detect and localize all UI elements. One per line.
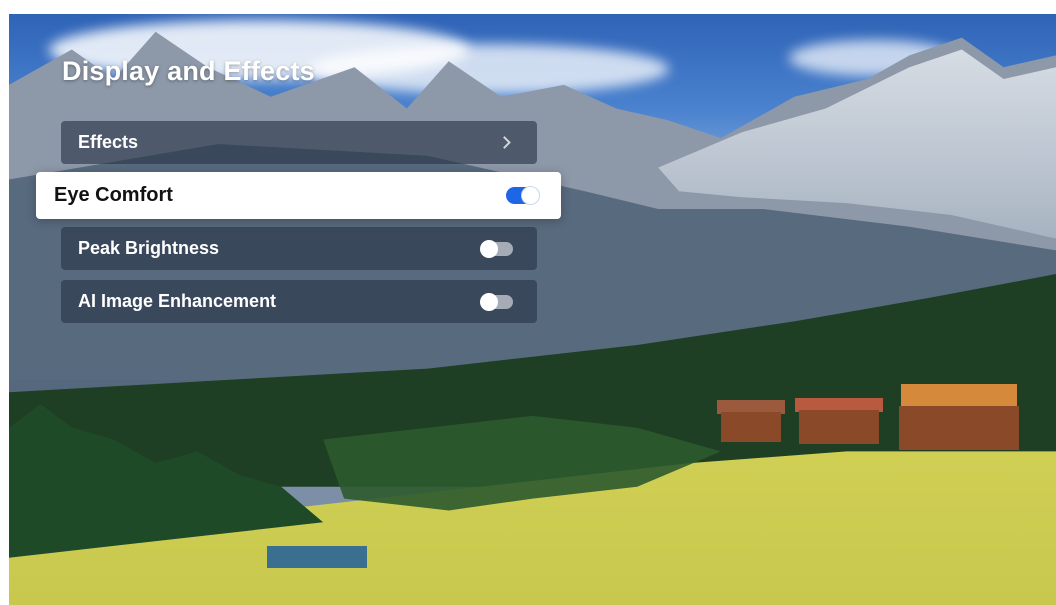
- toggle-knob: [521, 186, 540, 205]
- setting-peak-brightness[interactable]: Peak Brightness: [61, 227, 537, 270]
- setting-ai-image-enhancement[interactable]: AI Image Enhancement: [61, 280, 537, 323]
- house: [799, 410, 879, 444]
- house: [721, 412, 781, 442]
- house: [899, 406, 1019, 450]
- house-roof: [901, 384, 1017, 408]
- eye-comfort-toggle[interactable]: [506, 186, 540, 205]
- ai-image-enhancement-toggle[interactable]: [480, 292, 513, 311]
- toggle-knob: [480, 239, 498, 258]
- peak-brightness-toggle[interactable]: [480, 239, 513, 258]
- setting-effects[interactable]: Effects: [61, 121, 537, 164]
- setting-label: Peak Brightness: [78, 238, 220, 258]
- setting-label: AI Image Enhancement: [78, 291, 277, 311]
- toggle-knob: [480, 292, 498, 311]
- page-title: Display and Effects: [62, 56, 315, 86]
- chevron-right-icon: [498, 136, 511, 149]
- setting-eye-comfort[interactable]: Eye Comfort: [36, 172, 561, 219]
- setting-label: Effects: [78, 132, 139, 152]
- barn: [267, 546, 367, 568]
- setting-label: Eye Comfort: [54, 184, 173, 206]
